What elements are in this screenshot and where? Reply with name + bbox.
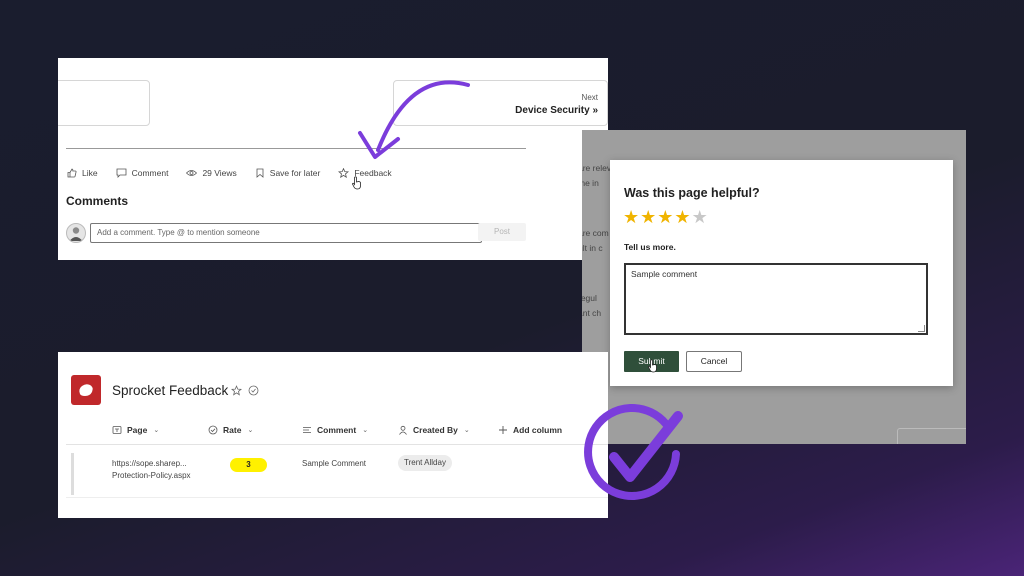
star-rating[interactable]: ★ ★ ★ ★ ★ xyxy=(623,208,709,226)
feedback-comment-textarea[interactable]: Sample comment xyxy=(624,263,928,335)
chevron-down-icon: ⌄ xyxy=(153,427,160,434)
background-text: regul xyxy=(582,293,597,303)
column-header-rate[interactable]: Rate ⌄ xyxy=(208,425,253,435)
feedback-comment-value: Sample comment xyxy=(631,269,698,279)
thumbs-up-icon xyxy=(67,168,77,178)
save-for-later-button[interactable]: Save for later xyxy=(255,168,321,178)
next-label: Next xyxy=(581,93,598,102)
star-icon[interactable]: ★ xyxy=(623,208,639,226)
cell-page[interactable]: https://sope.sharep... Protection-Policy… xyxy=(112,458,207,482)
list-title: Sprocket Feedback xyxy=(112,383,229,398)
add-column-button[interactable]: Add column xyxy=(498,425,562,435)
background-button xyxy=(897,428,966,444)
comment-label: Comment xyxy=(131,168,169,178)
cell-comment: Sample Comment xyxy=(302,459,367,468)
tell-us-more-label: Tell us more. xyxy=(624,242,676,252)
favorite-star-icon[interactable] xyxy=(231,385,242,396)
background-text: ult in c xyxy=(582,243,603,253)
comments-heading: Comments xyxy=(66,194,129,208)
column-header-created-by[interactable]: Created By ⌄ xyxy=(398,425,470,435)
person-icon xyxy=(399,425,407,435)
bookmark-icon xyxy=(256,168,264,178)
post-button[interactable]: Post xyxy=(478,223,526,241)
chevron-down-icon: ⌄ xyxy=(362,427,369,434)
chevron-down-icon: ⌄ xyxy=(463,427,470,434)
column-label: Page xyxy=(127,425,148,435)
rate-badge: 3 xyxy=(230,458,267,472)
column-header-page[interactable]: Page ⌄ xyxy=(112,425,159,435)
page-icon xyxy=(112,426,122,434)
star-outline-icon xyxy=(338,168,350,178)
text-lines-icon xyxy=(303,427,311,433)
checkmark-circle-icon xyxy=(584,403,683,500)
feedback-dialog: Was this page helpful? ★ ★ ★ ★ ★ Tell us mor… xyxy=(610,160,953,386)
header-divider xyxy=(66,444,608,445)
list-title-actions xyxy=(231,385,259,396)
star-icon[interactable]: ★ xyxy=(692,208,708,226)
comment-button[interactable]: Comment xyxy=(116,168,169,178)
comment-input[interactable]: Add a comment. Type @ to mention someone xyxy=(90,223,482,243)
background-text: ant ch xyxy=(582,308,602,318)
column-label: Add column xyxy=(513,425,563,435)
like-button[interactable]: Like xyxy=(67,168,98,178)
previous-page-card[interactable] xyxy=(58,80,150,126)
star-icon[interactable]: ★ xyxy=(640,208,656,226)
plus-icon xyxy=(499,426,507,434)
hand-cursor-icon xyxy=(352,176,361,190)
comment-icon xyxy=(116,168,126,178)
chevron-down-icon: ⌄ xyxy=(247,427,254,434)
cancel-button[interactable]: Cancel xyxy=(686,351,742,372)
column-label: Comment xyxy=(317,425,357,435)
article-footer-panel: Next Device Security » Like Comment 29 V… xyxy=(58,58,608,260)
dialog-title: Was this page helpful? xyxy=(624,186,760,200)
column-header-comment[interactable]: Comment ⌄ xyxy=(302,425,368,435)
column-label: Created By xyxy=(413,425,458,435)
created-by-persona[interactable]: Trent Allday xyxy=(398,455,452,471)
column-label: Rate xyxy=(223,425,242,435)
next-page-title[interactable]: Device Security » xyxy=(515,105,598,116)
background-text: are relev xyxy=(582,163,612,173)
eye-icon xyxy=(186,170,198,176)
curved-arrow-icon xyxy=(358,80,470,159)
hand-cursor-icon xyxy=(648,359,657,373)
views-label: 29 Views xyxy=(202,168,237,178)
star-icon[interactable]: ★ xyxy=(674,208,690,226)
background-text: are com xyxy=(582,228,609,238)
row-selector[interactable] xyxy=(71,453,74,495)
resize-grip-icon[interactable] xyxy=(918,325,925,332)
row-divider xyxy=(66,497,608,498)
avatar xyxy=(66,223,86,243)
save-for-later-label: Save for later xyxy=(269,168,321,178)
views-count: 29 Views xyxy=(186,168,237,178)
check-circle-icon xyxy=(208,425,218,435)
info-circle-icon[interactable] xyxy=(248,385,259,396)
like-label: Like xyxy=(82,168,98,178)
star-icon[interactable]: ★ xyxy=(657,208,673,226)
background-text: the in xyxy=(582,178,599,188)
feedback-list-panel: Sprocket Feedback Page ⌄ Rate ⌄ Comment … xyxy=(58,352,608,518)
list-logo-icon xyxy=(71,375,101,405)
